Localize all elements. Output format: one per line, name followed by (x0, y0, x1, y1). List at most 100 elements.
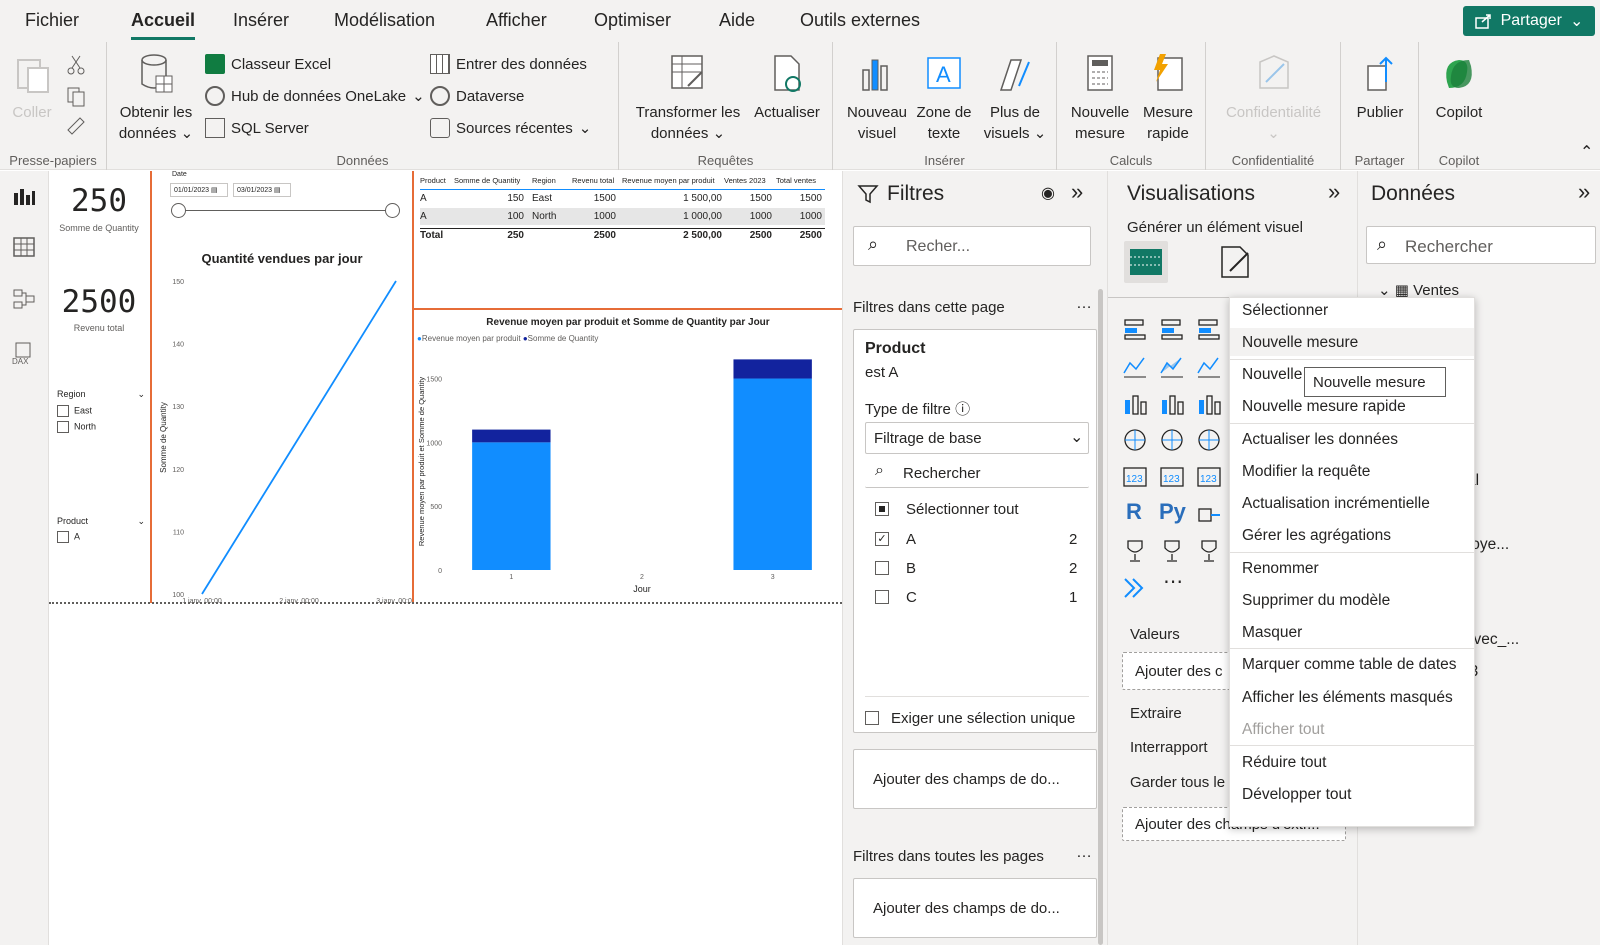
stacked-area-icon[interactable] (1196, 353, 1222, 379)
key-influencers-icon[interactable] (1196, 501, 1222, 527)
checkbox[interactable] (57, 421, 69, 433)
clustered-bar-icon[interactable] (1196, 316, 1222, 342)
table-header[interactable]: Total ventes (776, 176, 816, 185)
table-visual[interactable]: Product Somme de Quantity Region Revenu tot… (414, 171, 842, 308)
ribbon-chart-icon[interactable] (1159, 390, 1185, 416)
values-dropzone[interactable]: Ajouter des c (1122, 652, 1242, 690)
copy-icon[interactable] (66, 86, 86, 108)
format-visual-icon[interactable] (1218, 245, 1254, 281)
filter-item-checkbox[interactable] (875, 590, 889, 604)
matrix-icon[interactable] (1122, 427, 1148, 453)
funnel-icon[interactable] (1196, 390, 1222, 416)
sensitivity-button[interactable]: Confidentialité ⌄ (1216, 52, 1331, 144)
slicer-product[interactable]: Product ⌄ A (57, 516, 145, 543)
bar-segment[interactable] (733, 378, 812, 570)
dataverse-button[interactable]: Dataverse (430, 86, 524, 106)
new-visual-button[interactable]: Nouveau visuel (845, 52, 909, 144)
onelake-hub-button[interactable]: Hub de données OneLake ⌄ (205, 86, 425, 106)
add-fields-dropzone[interactable]: Ajouter des champs de do... (853, 749, 1097, 809)
menu-inserer[interactable]: Insérer (233, 10, 289, 31)
table-header[interactable]: Revenu total (572, 176, 614, 185)
slicer-region-item[interactable]: East (57, 405, 145, 417)
context-menu-item[interactable]: Nouvelle mesure (1230, 328, 1474, 356)
table-header[interactable]: Product (420, 176, 446, 185)
line-series[interactable] (201, 280, 397, 595)
menu-optimiser[interactable]: Optimiser (594, 10, 671, 31)
add-fields-dropzone-all[interactable]: Ajouter des champs de do... (853, 878, 1097, 938)
data-search-input[interactable]: ⌕ Rechercher (1366, 226, 1596, 264)
stacked-bar-icon[interactable] (1122, 316, 1148, 342)
excel-workbook-button[interactable]: Classeur Excel (205, 54, 331, 74)
table-header[interactable]: Ventes 2023 (724, 176, 766, 185)
context-menu-item[interactable]: Sélectionner (1242, 302, 1328, 320)
area-chart-icon[interactable] (1159, 353, 1185, 379)
menu-outils-externes[interactable]: Outils externes (800, 10, 920, 31)
filter-item-checkbox[interactable]: ✓ (875, 532, 889, 546)
globe-map-icon[interactable] (1159, 427, 1185, 453)
publish-button[interactable]: Publier (1349, 52, 1411, 123)
single-select-checkbox[interactable] (865, 711, 879, 725)
scrollbar[interactable] (1098, 289, 1103, 945)
get-data-button[interactable]: Obtenir les données ⌄ (115, 52, 197, 144)
cut-icon[interactable] (66, 54, 86, 76)
date-from-input[interactable]: 01/01/2023 ▤ (170, 183, 228, 197)
table-header[interactable]: Revenue moyen par produit (622, 176, 715, 185)
more-visuals-button[interactable]: Plus de visuels ⌄ (979, 52, 1051, 144)
new-measure-button[interactable]: Nouvelle mesure (1067, 52, 1133, 144)
filter-type-dropdown[interactable]: Filtrage de base ⌄ (865, 422, 1089, 454)
paste-button[interactable]: Coller (8, 52, 56, 123)
collapse-pane-icon[interactable]: » (1578, 179, 1590, 205)
more-options-icon[interactable]: … (1076, 295, 1092, 313)
power-automate-icon[interactable] (1122, 575, 1148, 601)
collapse-pane-icon[interactable]: » (1071, 179, 1083, 205)
multi-row-card-icon[interactable]: 123 (1159, 464, 1185, 490)
bar-chart[interactable]: 0 500 1000 1500Revenue moyen par produit et… (414, 347, 842, 603)
r-visual-icon[interactable]: R (1126, 499, 1142, 525)
context-menu-item[interactable]: Nouvelle mesure rapide (1242, 398, 1406, 416)
slicer-region[interactable]: Region ⌄ East North (57, 389, 145, 433)
card-icon[interactable]: 123 (1122, 464, 1148, 490)
quick-measure-button[interactable]: Mesure rapide (1137, 52, 1199, 144)
bar-segment[interactable] (472, 429, 551, 443)
stacked-column-icon[interactable] (1159, 316, 1185, 342)
context-menu-item[interactable]: Supprimer du modèle (1242, 592, 1390, 610)
menu-modelisation[interactable]: Modélisation (334, 10, 435, 31)
line-column-icon[interactable] (1122, 390, 1148, 416)
text-box-button[interactable]: A Zone de texte (913, 52, 975, 144)
context-menu-item[interactable]: Masquer (1242, 624, 1302, 642)
select-all-checkbox[interactable] (875, 502, 889, 516)
filter-item-checkbox[interactable] (875, 561, 889, 575)
transform-data-button[interactable]: Transformer les données ⌄ (633, 52, 743, 144)
python-visual-icon[interactable]: Py (1159, 499, 1186, 525)
table-header[interactable]: Somme de Quantity (454, 176, 520, 185)
more-visuals-icon[interactable]: ⋯ (1163, 569, 1183, 594)
slicer-region-item[interactable]: North (57, 421, 145, 433)
date-slider-handle-start[interactable] (171, 203, 186, 218)
filters-search-input[interactable]: ⌕ Recher... (853, 226, 1091, 266)
sql-server-button[interactable]: SQL Server (205, 118, 309, 138)
table-view-icon[interactable] (12, 235, 36, 259)
context-menu-item[interactable]: Afficher tout (1242, 721, 1324, 739)
context-menu-item[interactable]: Afficher les éléments masqués (1242, 689, 1453, 707)
kpi-icon[interactable]: 123 (1196, 464, 1222, 490)
context-menu-item[interactable]: Réduire tout (1242, 754, 1326, 772)
table-header[interactable]: Region (532, 176, 556, 185)
filled-map-icon[interactable] (1196, 427, 1222, 453)
report-view-icon[interactable] (12, 185, 36, 209)
format-painter-icon[interactable] (66, 116, 86, 138)
eye-icon[interactable]: ◉ (1041, 183, 1055, 203)
context-menu-item[interactable]: Renommer (1242, 560, 1319, 578)
date-slider-handle-end[interactable] (385, 203, 400, 218)
date-to-input[interactable]: 03/01/2023 ▤ (233, 183, 291, 197)
date-slider-track[interactable] (179, 210, 389, 211)
context-menu-item[interactable]: Marquer comme table de dates (1242, 656, 1457, 674)
menu-fichier[interactable]: Fichier (25, 10, 79, 31)
context-menu-item[interactable]: Développer tout (1242, 786, 1351, 804)
menu-afficher[interactable]: Afficher (486, 10, 547, 31)
more-options-icon[interactable]: … (1076, 844, 1092, 862)
smart-narrative-icon[interactable] (1196, 538, 1222, 564)
copilot-button[interactable]: Copilot (1427, 52, 1491, 123)
bar-segment[interactable] (472, 442, 551, 570)
dax-query-icon[interactable]: DAX (12, 341, 36, 365)
bar-segment[interactable] (733, 359, 812, 379)
